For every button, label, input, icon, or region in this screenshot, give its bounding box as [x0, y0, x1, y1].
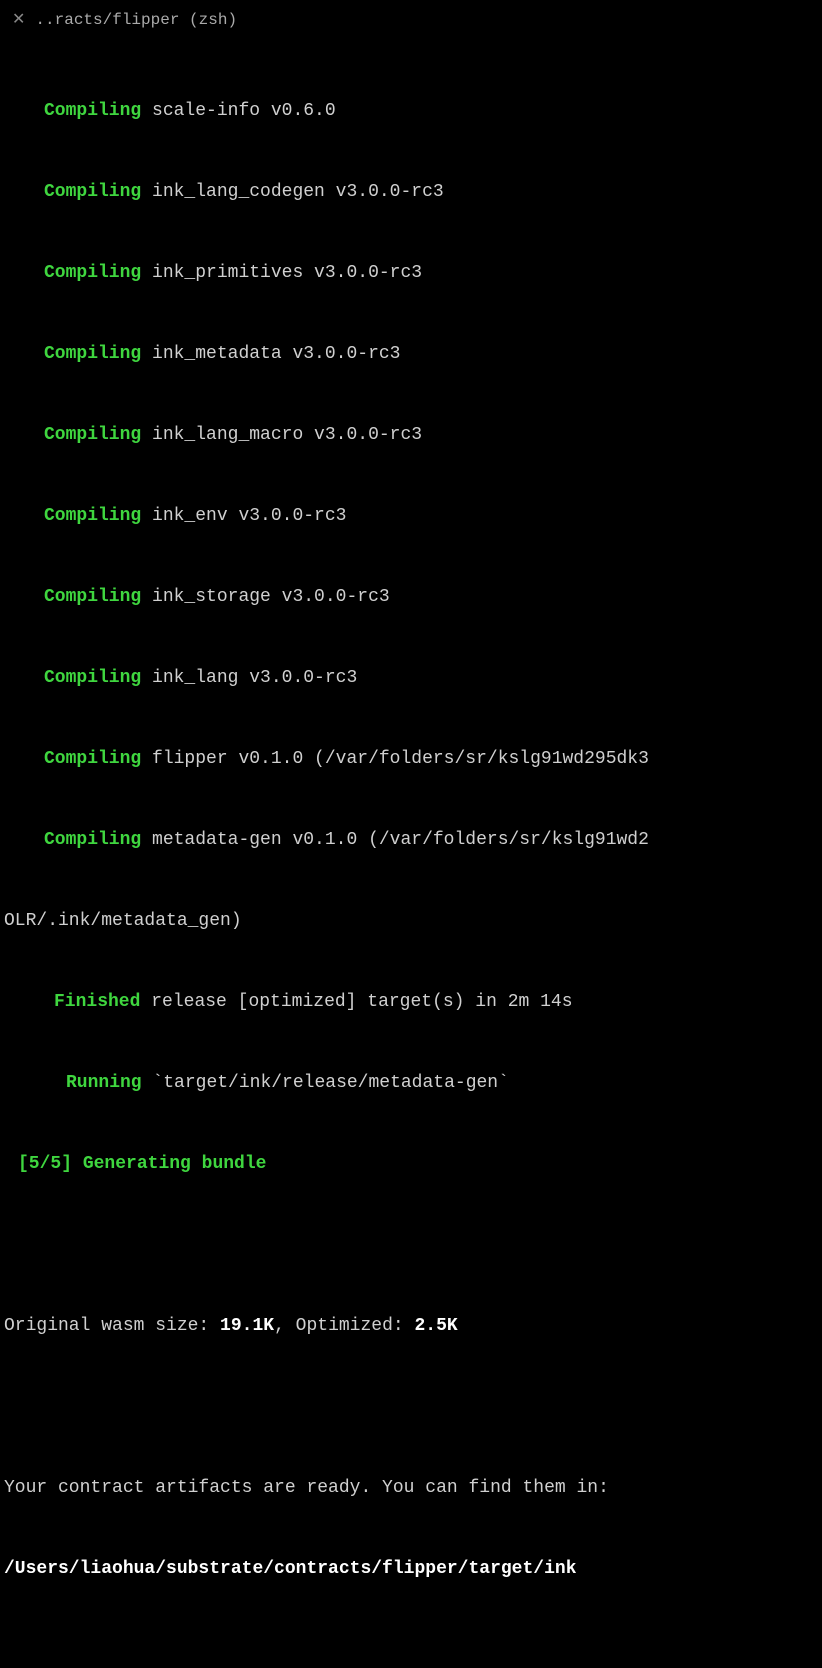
compiling-label: Compiling [44, 506, 141, 526]
compiling-label: Compiling [44, 263, 141, 283]
running-text: `target/ink/release/metadata-gen` [152, 1073, 508, 1093]
titlebar: ✕ ..racts/flipper (zsh) [0, 0, 822, 40]
running-label: Running [66, 1073, 142, 1093]
compiling-item: scale-info v0.6.0 [152, 101, 336, 121]
wasm-mid: , Optimized: [274, 1316, 414, 1336]
compiling-item: ink_primitives v3.0.0-rc3 [152, 263, 422, 283]
tab-title[interactable]: ..racts/flipper (zsh) [35, 8, 237, 32]
compiling-item: ink_lang_macro v3.0.0-rc3 [152, 425, 422, 445]
wasm-size1: 19.1K [220, 1316, 274, 1336]
artifacts-path: /Users/liaohua/substrate/contracts/flipp… [4, 1556, 822, 1583]
ready-text: Your contract artifacts are ready. You c… [4, 1475, 822, 1502]
compiling-item: ink_metadata v3.0.0-rc3 [152, 344, 400, 364]
step-counter: [5/5] [18, 1154, 72, 1174]
compiling-label: Compiling [44, 101, 141, 121]
compiling-item: ink_env v3.0.0-rc3 [152, 506, 346, 526]
finished-text: release [optimized] target(s) in 2m 14s [151, 992, 572, 1012]
wasm-size2: 2.5K [415, 1316, 458, 1336]
compiling-item: metadata-gen v0.1.0 (/var/folders/sr/ksl… [152, 830, 649, 850]
close-icon[interactable]: ✕ [12, 8, 25, 32]
compiling-item: ink_lang_codegen v3.0.0-rc3 [152, 182, 444, 202]
compiling-label: Compiling [44, 830, 141, 850]
terminal-output[interactable]: Compiling scale-info v0.6.0 Compiling in… [0, 40, 822, 1668]
compiling-label: Compiling [44, 587, 141, 607]
compiling-label: Compiling [44, 182, 141, 202]
wasm-pre1: Original wasm size: [4, 1316, 220, 1336]
compiling-label: Compiling [44, 344, 141, 364]
step-label: Generating bundle [83, 1154, 267, 1174]
compiling-item: ink_lang v3.0.0-rc3 [152, 668, 357, 688]
compiling-item: flipper v0.1.0 (/var/folders/sr/kslg91wd… [152, 749, 649, 769]
compiling-label: Compiling [44, 749, 141, 769]
compiling-label: Compiling [44, 425, 141, 445]
wrap-line: OLR/.ink/metadata_gen) [4, 908, 822, 935]
finished-label: Finished [54, 992, 140, 1012]
compiling-item: ink_storage v3.0.0-rc3 [152, 587, 390, 607]
compiling-label: Compiling [44, 668, 141, 688]
